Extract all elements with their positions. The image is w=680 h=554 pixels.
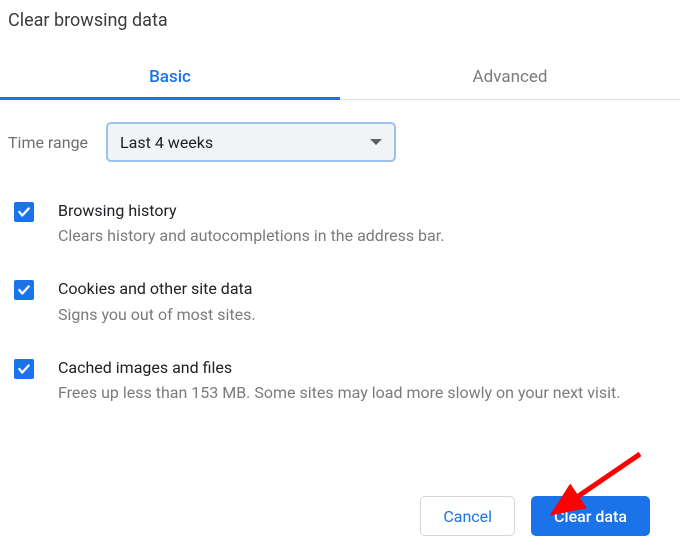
- clear-data-button[interactable]: Clear data: [531, 496, 650, 536]
- time-range-select[interactable]: Last 4 weeks: [106, 122, 396, 162]
- check-icon: [17, 283, 31, 297]
- time-range-value: Last 4 weeks: [120, 133, 213, 152]
- option-text: Browsing history Clears history and auto…: [58, 200, 448, 248]
- dialog-footer: Cancel Clear data: [420, 496, 650, 536]
- time-range-row: Time range Last 4 weeks: [8, 122, 672, 162]
- option-title: Cached images and files: [58, 357, 620, 379]
- options-list: Browsing history Clears history and auto…: [8, 192, 672, 427]
- option-cookies: Cookies and other site data Signs you ou…: [8, 270, 672, 348]
- checkbox-cookies[interactable]: [14, 280, 34, 300]
- time-range-label: Time range: [8, 133, 88, 152]
- dialog-body: Time range Last 4 weeks Browsing history…: [0, 100, 680, 427]
- option-text: Cookies and other site data Signs you ou…: [58, 278, 260, 326]
- cancel-button[interactable]: Cancel: [420, 496, 515, 536]
- chevron-down-icon: [370, 139, 382, 145]
- option-cache: Cached images and files Frees up less th…: [8, 349, 672, 427]
- clear-browsing-data-dialog: Clear browsing data Basic Advanced Time …: [0, 0, 680, 554]
- checkbox-browsing-history[interactable]: [14, 202, 34, 222]
- tabs: Basic Advanced: [0, 57, 680, 100]
- option-browsing-history: Browsing history Clears history and auto…: [8, 192, 672, 270]
- checkbox-cache[interactable]: [14, 359, 34, 379]
- tab-basic[interactable]: Basic: [0, 57, 340, 99]
- dialog-title: Clear browsing data: [0, 8, 680, 39]
- tab-advanced-label: Advanced: [473, 67, 548, 87]
- option-desc: Frees up less than 153 MB. Some sites ma…: [58, 381, 620, 405]
- check-icon: [17, 205, 31, 219]
- option-desc: Clears history and autocompletions in th…: [58, 224, 444, 248]
- option-title: Browsing history: [58, 200, 444, 222]
- cancel-button-label: Cancel: [443, 507, 492, 526]
- check-icon: [17, 362, 31, 376]
- option-desc: Signs you out of most sites.: [58, 303, 256, 327]
- tab-basic-label: Basic: [149, 67, 191, 87]
- clear-data-button-label: Clear data: [554, 507, 627, 526]
- option-text: Cached images and files Frees up less th…: [58, 357, 624, 405]
- tab-advanced[interactable]: Advanced: [340, 57, 680, 99]
- option-title: Cookies and other site data: [58, 278, 256, 300]
